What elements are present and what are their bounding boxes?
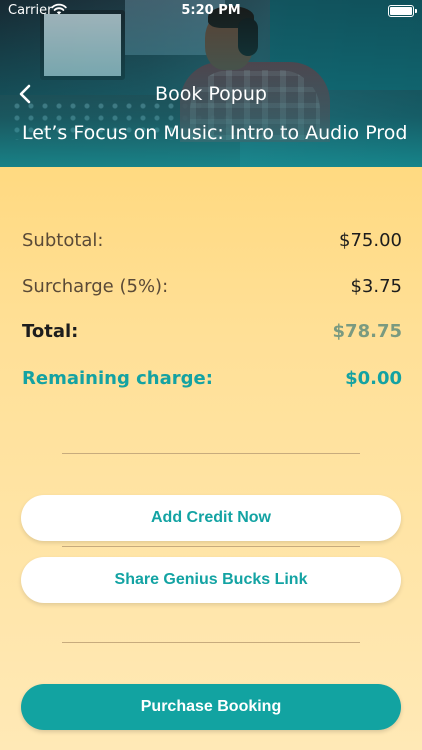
divider (62, 546, 360, 547)
divider (62, 642, 360, 643)
status-time: 5:20 PM (181, 3, 241, 18)
total-label: Total: (22, 321, 79, 342)
divider (62, 453, 360, 454)
header-banner: Carrier 5:20 PM Book Popup Let’s Focus o… (0, 0, 422, 167)
subtotal-label: Subtotal: (22, 230, 104, 251)
subtotal-row: Subtotal: $75.00 (22, 230, 402, 251)
remaining-charge-value: $0.00 (345, 368, 402, 389)
event-title: Let’s Focus on Music: Intro to Audio Pro… (22, 122, 408, 144)
battery-icon (388, 5, 417, 17)
share-genius-bucks-button[interactable]: Share Genius Bucks Link (21, 557, 401, 603)
remaining-charge-label: Remaining charge: (22, 368, 213, 389)
surcharge-label: Surcharge (5%): (22, 276, 169, 297)
total-row: Total: $78.75 (22, 321, 402, 342)
surcharge-value: $3.75 (350, 276, 402, 297)
total-value: $78.75 (332, 321, 402, 342)
subtotal-value: $75.00 (339, 230, 402, 251)
add-credit-button[interactable]: Add Credit Now (21, 495, 401, 541)
nav-title: Book Popup (155, 83, 267, 105)
purchase-booking-button[interactable]: Purchase Booking (21, 684, 401, 730)
surcharge-row: Surcharge (5%): $3.75 (22, 276, 402, 297)
status-bar: Carrier 5:20 PM (0, 0, 422, 22)
remaining-charge-row: Remaining charge: $0.00 (22, 368, 402, 389)
